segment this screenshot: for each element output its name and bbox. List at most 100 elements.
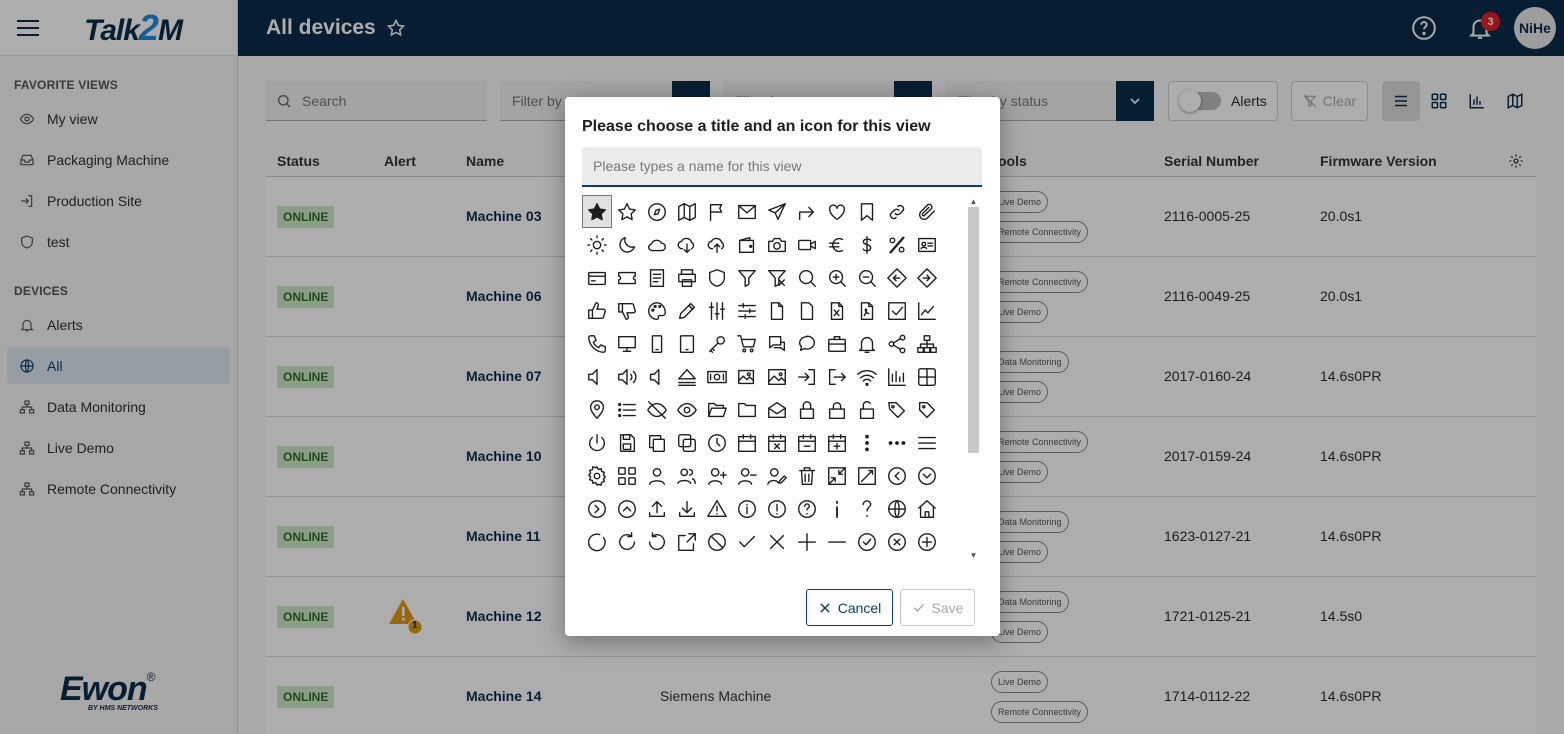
expand-icon[interactable] [852,459,882,492]
file-excel-icon[interactable] [822,294,852,327]
home-icon[interactable] [912,492,942,525]
ticket-icon[interactable] [612,261,642,294]
circle-notch-icon[interactable] [582,525,612,558]
question-icon[interactable] [852,492,882,525]
chevron-circle-up-icon[interactable] [612,492,642,525]
icon-grid-scrollbar[interactable]: ▲ ▼ [966,195,981,561]
money-icon[interactable] [702,360,732,393]
file-pdf-icon[interactable] [852,294,882,327]
plus-icon[interactable] [792,525,822,558]
palette-icon[interactable] [642,294,672,327]
printer-icon[interactable] [672,261,702,294]
cloud-icon[interactable] [642,228,672,261]
sun-icon[interactable] [582,228,612,261]
star-filled-icon[interactable] [582,195,612,228]
compass-icon[interactable] [642,195,672,228]
link-icon[interactable] [882,195,912,228]
document-text-icon[interactable] [642,261,672,294]
credit-card-icon[interactable] [582,261,612,294]
share-arrow-icon[interactable] [792,195,822,228]
zoom-out-icon[interactable] [852,261,882,294]
euro-icon[interactable] [822,228,852,261]
sign-in-icon[interactable] [792,360,822,393]
key-icon[interactable] [702,327,732,360]
grid-icon[interactable] [612,459,642,492]
download-icon[interactable] [672,492,702,525]
upload-icon[interactable] [642,492,672,525]
minus-icon[interactable] [822,525,852,558]
percent-icon[interactable] [882,228,912,261]
file-icon[interactable] [762,294,792,327]
table-icon[interactable] [912,360,942,393]
calendar-icon[interactable] [732,426,762,459]
heart-icon[interactable] [822,195,852,228]
image-icon[interactable] [762,360,792,393]
eye-off-icon[interactable] [642,393,672,426]
eye-icon[interactable] [672,393,702,426]
map-pin-icon[interactable] [582,393,612,426]
tablet-icon[interactable] [672,327,702,360]
folder-icon[interactable] [732,393,762,426]
volume-off-icon[interactable] [582,360,612,393]
user-icon[interactable] [642,459,672,492]
trending-chart-icon[interactable] [912,294,942,327]
folder-open-icon[interactable] [702,393,732,426]
unlock-icon[interactable] [852,393,882,426]
dollar-icon[interactable] [852,228,882,261]
video-icon[interactable] [792,228,822,261]
refresh-icon[interactable] [612,525,642,558]
paperclip-icon[interactable] [912,195,942,228]
user-edit-icon[interactable] [762,459,792,492]
comments-icon[interactable] [762,327,792,360]
wifi-icon[interactable] [852,360,882,393]
calendar-x-icon[interactable] [762,426,792,459]
envelope-open-icon[interactable] [762,393,792,426]
check-circle-icon[interactable] [852,525,882,558]
direction-left-icon[interactable] [882,261,912,294]
pencil-icon[interactable] [672,294,702,327]
external-link-icon[interactable] [672,525,702,558]
phone-icon[interactable] [582,327,612,360]
bell-icon[interactable] [852,327,882,360]
clock-icon[interactable] [702,426,732,459]
power-icon[interactable] [582,426,612,459]
user-plus-icon[interactable] [702,459,732,492]
map-icon[interactable] [672,195,702,228]
sliders-horizontal-icon[interactable] [732,294,762,327]
lock-alt-icon[interactable] [822,393,852,426]
copy-icon[interactable] [642,426,672,459]
id-card-icon[interactable] [912,228,942,261]
question-circle-icon[interactable] [792,492,822,525]
times-icon[interactable] [762,525,792,558]
exclamation-circle-icon[interactable] [762,492,792,525]
clone-icon[interactable] [672,426,702,459]
mobile-icon[interactable] [642,327,672,360]
checkbox-icon[interactable] [882,294,912,327]
search-icon[interactable] [792,261,822,294]
list-icon[interactable] [612,393,642,426]
plus-circle-icon[interactable] [912,525,942,558]
volume-down-icon[interactable] [642,360,672,393]
chevron-circle-left-icon[interactable] [882,459,912,492]
eject-icon[interactable] [672,360,702,393]
globe-icon[interactable] [882,492,912,525]
cart-icon[interactable] [732,327,762,360]
file-alt-icon[interactable] [792,294,822,327]
tags-icon[interactable] [882,393,912,426]
cancel-button[interactable]: Cancel [806,589,893,626]
check-icon[interactable] [732,525,762,558]
save-icon[interactable] [612,426,642,459]
wallet-icon[interactable] [732,228,762,261]
times-circle-icon[interactable] [882,525,912,558]
zoom-in-icon[interactable] [822,261,852,294]
user-minus-icon[interactable] [732,459,762,492]
calendar-minus-icon[interactable] [792,426,822,459]
star-icon[interactable] [612,195,642,228]
calendar-plus-icon[interactable] [822,426,852,459]
gear-icon[interactable] [582,459,612,492]
ellipsis-vertical-icon[interactable] [852,426,882,459]
sign-out-icon[interactable] [822,360,852,393]
direction-right-icon[interactable] [912,261,942,294]
monitor-icon[interactable] [612,327,642,360]
view-name-input[interactable] [582,147,982,187]
